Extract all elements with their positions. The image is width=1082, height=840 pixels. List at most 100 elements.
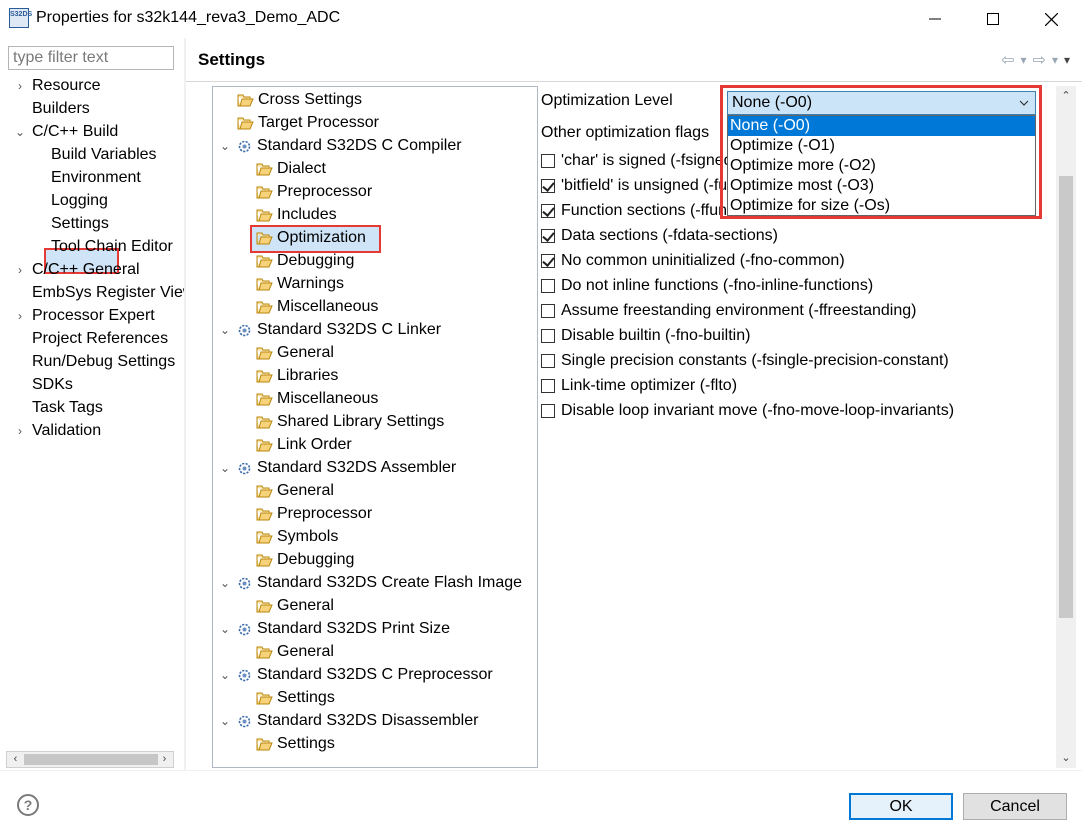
checkbox-checked[interactable] — [541, 178, 555, 193]
tool-page-settings[interactable]: Settings — [256, 686, 335, 709]
tool-page-link-order[interactable]: Link Order — [256, 433, 352, 456]
tool-page-general[interactable]: General — [256, 594, 334, 617]
scroll-right-icon[interactable]: › — [156, 752, 173, 767]
flag-checkbox-row[interactable]: Single precision constants (-fsingle-pre… — [541, 348, 949, 373]
nav-item-project-references[interactable]: Project References — [32, 327, 168, 350]
flag-checkbox-row[interactable]: Disable loop invariant move (-fno-move-l… — [541, 398, 954, 423]
tool-node-standard-s32ds-assembler[interactable]: Standard S32DS Assembler — [237, 456, 456, 479]
nav-item-validation[interactable]: Validation — [32, 419, 101, 442]
maximize-button[interactable] — [964, 0, 1022, 38]
dropdown-option-optimize-more-o2[interactable]: Optimize more (-O2) — [728, 156, 1035, 176]
nav-item-run-debug-settings[interactable]: Run/Debug Settings — [32, 350, 175, 373]
checkbox-checked[interactable] — [541, 203, 555, 218]
scroll-up-icon[interactable]: ⌃ — [1056, 86, 1076, 106]
nav-item-logging[interactable]: Logging — [51, 189, 108, 212]
tree-expand-icon[interactable]: ⌄ — [219, 456, 231, 479]
back-arrow-icon[interactable]: ⇦ — [1001, 50, 1014, 70]
scroll-left-icon[interactable]: ‹ — [7, 752, 24, 767]
tool-page-general[interactable]: General — [256, 341, 334, 364]
tool-page-includes[interactable]: Includes — [256, 203, 337, 226]
tool-page-target-processor[interactable]: Target Processor — [237, 111, 379, 134]
nav-expand-icon[interactable]: › — [14, 304, 26, 327]
nav-horizontal-scrollbar[interactable]: ‹ › — [6, 751, 174, 768]
tool-page-debugging[interactable]: Debugging — [256, 548, 354, 571]
nav-expand-icon[interactable]: ⌄ — [14, 120, 26, 143]
flag-checkbox-row[interactable]: No common uninitialized (-fno-common) — [541, 248, 845, 273]
tool-node-standard-s32ds-print-size[interactable]: Standard S32DS Print Size — [237, 617, 450, 640]
forward-menu-icon[interactable]: ▾ — [1052, 53, 1058, 67]
nav-item-build-variables[interactable]: Build Variables — [51, 143, 157, 166]
dropdown-option-optimize-most-o3[interactable]: Optimize most (-O3) — [728, 176, 1035, 196]
tool-page-general[interactable]: General — [256, 640, 334, 663]
view-menu-icon[interactable]: ▾ — [1064, 53, 1070, 67]
tool-page-miscellaneous[interactable]: Miscellaneous — [256, 295, 378, 318]
flag-checkbox-row[interactable]: Assume freestanding environment (-ffrees… — [541, 298, 916, 323]
nav-item-tool-chain-editor[interactable]: Tool Chain Editor — [51, 235, 173, 258]
tree-expand-icon[interactable]: ⌄ — [219, 571, 231, 594]
nav-item-resource[interactable]: Resource — [32, 74, 100, 97]
cancel-button[interactable]: Cancel — [963, 793, 1067, 820]
tree-expand-icon[interactable]: ⌄ — [219, 318, 231, 341]
tool-page-warnings[interactable]: Warnings — [256, 272, 344, 295]
help-icon[interactable]: ? — [17, 794, 39, 816]
nav-item-sdks[interactable]: SDKs — [32, 373, 73, 396]
tool-page-optimization[interactable]: Optimization — [256, 226, 366, 249]
tool-node-standard-s32ds-create-flash-image[interactable]: Standard S32DS Create Flash Image — [237, 571, 522, 594]
flag-checkbox-row[interactable]: Disable builtin (-fno-builtin) — [541, 323, 750, 348]
tool-page-libraries[interactable]: Libraries — [256, 364, 338, 387]
dropdown-option-optimize-for-size-os[interactable]: Optimize for size (-Os) — [728, 196, 1035, 216]
tool-node-standard-s32ds-c-preprocessor[interactable]: Standard S32DS C Preprocessor — [237, 663, 493, 686]
forward-arrow-icon[interactable]: ⇨ — [1033, 50, 1046, 70]
tool-page-debugging[interactable]: Debugging — [256, 249, 354, 272]
nav-expand-icon[interactable]: › — [14, 419, 26, 442]
checkbox-unchecked[interactable] — [541, 378, 555, 393]
nav-item-c-c-build[interactable]: C/C++ Build — [32, 120, 118, 143]
checkbox-unchecked[interactable] — [541, 303, 555, 318]
nav-item-c-c-general[interactable]: C/C++ General — [32, 258, 140, 281]
tool-node-standard-s32ds-c-compiler[interactable]: Standard S32DS C Compiler — [237, 134, 462, 157]
minimize-button[interactable] — [906, 0, 964, 38]
tool-page-cross-settings[interactable]: Cross Settings — [237, 88, 362, 111]
tool-node-standard-s32ds-c-linker[interactable]: Standard S32DS C Linker — [237, 318, 441, 341]
optimization-level-select[interactable]: None (-O0) — [727, 91, 1036, 115]
tool-page-symbols[interactable]: Symbols — [256, 525, 338, 548]
nav-expand-icon[interactable]: › — [14, 258, 26, 281]
flag-checkbox-row[interactable]: Data sections (-fdata-sections) — [541, 223, 778, 248]
tree-expand-icon[interactable]: ⌄ — [219, 663, 231, 686]
panel-vertical-scrollbar[interactable]: ⌃ ⌄ — [1056, 86, 1076, 768]
tool-page-shared-library-settings[interactable]: Shared Library Settings — [256, 410, 444, 433]
nav-item-embsys-register-view[interactable]: EmbSys Register View — [32, 281, 184, 304]
nav-expand-icon[interactable]: › — [14, 74, 26, 97]
nav-item-processor-expert[interactable]: Processor Expert — [32, 304, 155, 327]
tool-page-dialect[interactable]: Dialect — [256, 157, 326, 180]
checkbox-unchecked[interactable] — [541, 153, 555, 168]
nav-item-settings[interactable]: Settings — [51, 212, 109, 235]
pane-divider[interactable] — [184, 38, 186, 770]
back-menu-icon[interactable]: ▾ — [1021, 53, 1027, 67]
dropdown-option-none-o0[interactable]: None (-O0) — [728, 116, 1035, 136]
nav-scroll-thumb[interactable] — [24, 754, 158, 765]
tool-page-miscellaneous[interactable]: Miscellaneous — [256, 387, 378, 410]
flag-checkbox-row[interactable]: Do not inline functions (-fno-inline-fun… — [541, 273, 873, 298]
checkbox-unchecked[interactable] — [541, 403, 555, 418]
close-button[interactable] — [1022, 0, 1080, 38]
filter-input[interactable] — [8, 46, 174, 70]
scroll-down-icon[interactable]: ⌄ — [1056, 748, 1076, 768]
tool-node-standard-s32ds-disassembler[interactable]: Standard S32DS Disassembler — [237, 709, 478, 732]
tree-expand-icon[interactable]: ⌄ — [219, 617, 231, 640]
checkbox-checked[interactable] — [541, 228, 555, 243]
panel-scroll-thumb[interactable] — [1059, 176, 1073, 618]
nav-item-builders[interactable]: Builders — [32, 97, 90, 120]
checkbox-unchecked[interactable] — [541, 328, 555, 343]
tool-page-preprocessor[interactable]: Preprocessor — [256, 180, 372, 203]
nav-item-environment[interactable]: Environment — [51, 166, 141, 189]
checkbox-checked[interactable] — [541, 253, 555, 268]
dropdown-option-optimize-o1[interactable]: Optimize (-O1) — [728, 136, 1035, 156]
flag-checkbox-row[interactable]: Link-time optimizer (-flto) — [541, 373, 737, 398]
tool-page-settings[interactable]: Settings — [256, 732, 335, 755]
tree-expand-icon[interactable]: ⌄ — [219, 134, 231, 157]
ok-button[interactable]: OK — [849, 793, 953, 820]
tool-page-general[interactable]: General — [256, 479, 334, 502]
tree-expand-icon[interactable]: ⌄ — [219, 709, 231, 732]
nav-item-task-tags[interactable]: Task Tags — [32, 396, 103, 419]
